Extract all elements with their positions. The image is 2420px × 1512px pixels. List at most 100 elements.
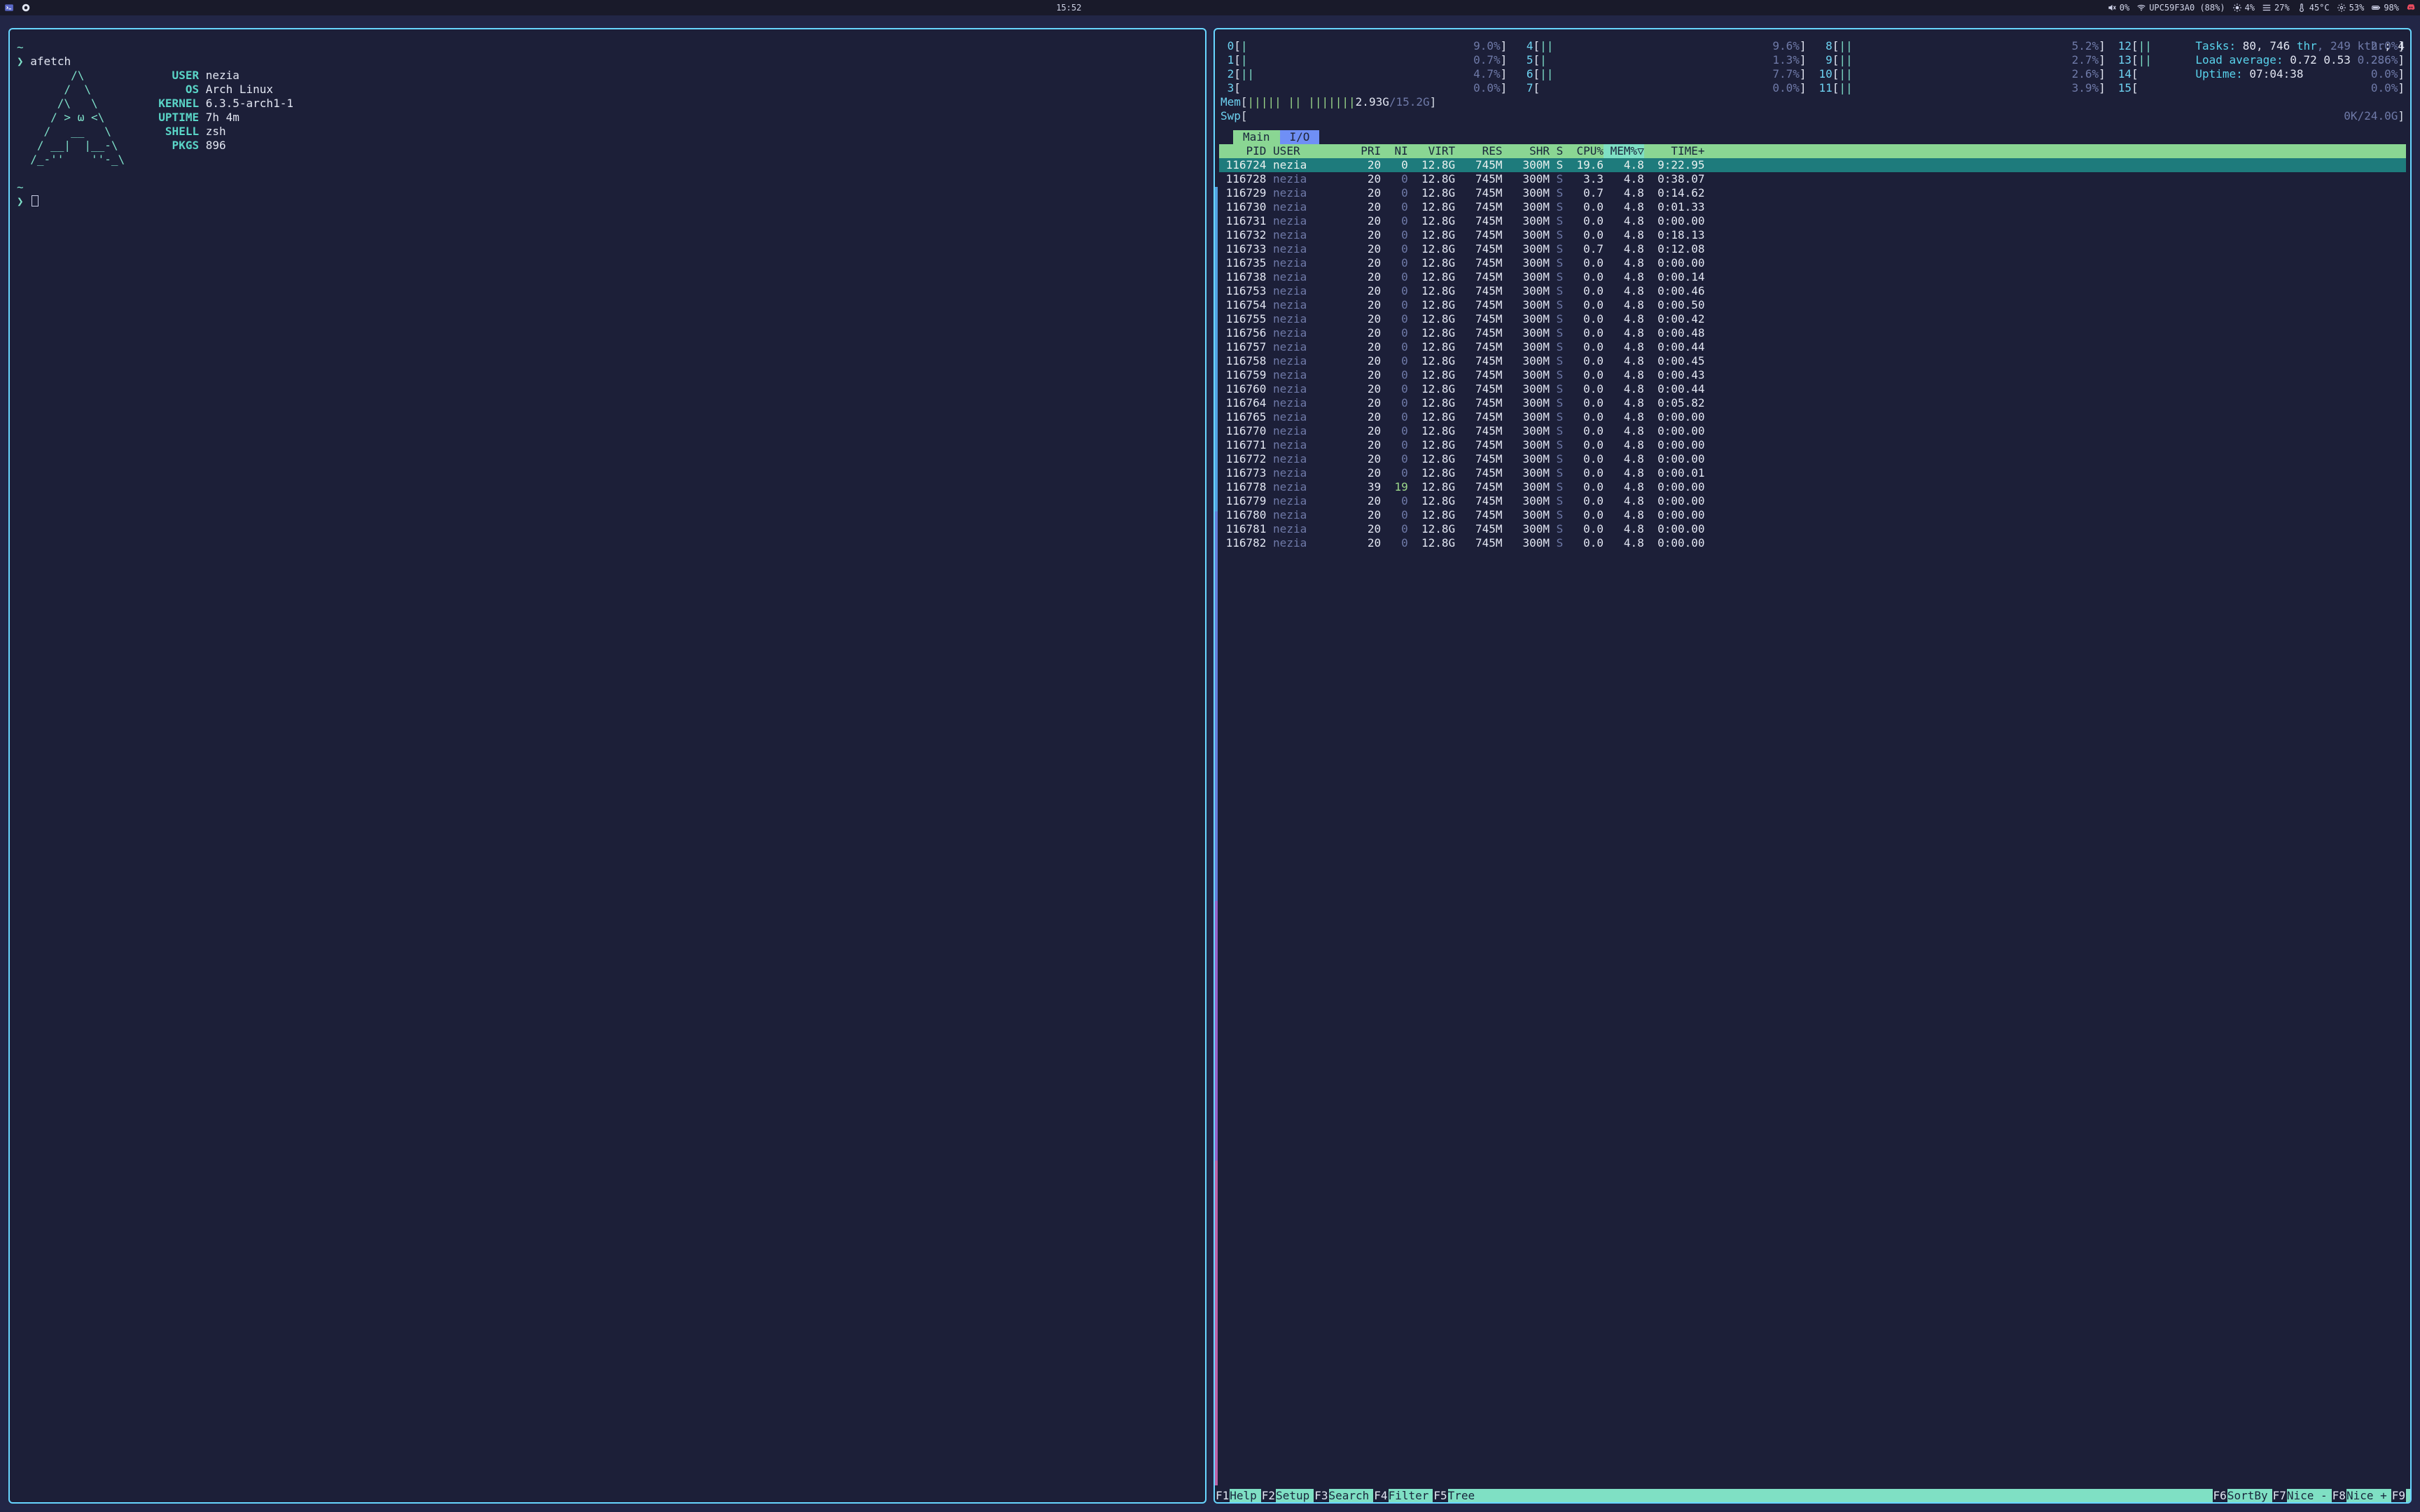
cpu-meter-4: 4[||9.6%] <box>1520 39 1806 53</box>
cpu-meter-0: 0[|9.0%] <box>1221 39 1507 53</box>
fkey-F8[interactable]: F8Nice + <box>2332 1489 2391 1502</box>
cpu-meter-3: 3[0.0%] <box>1221 81 1507 95</box>
process-row[interactable]: 116779nezia20012.8G745M300MS0.04.80:00.0… <box>1219 494 2406 508</box>
sun-icon <box>2232 3 2242 13</box>
fkey-F2[interactable]: F2Setup <box>1261 1489 1314 1502</box>
brightness-pct: 4% <box>2245 3 2255 13</box>
process-row[interactable]: 116735nezia20012.8G745M300MS0.04.80:00.0… <box>1219 256 2406 270</box>
fkey-F1[interactable]: F1Help <box>1215 1489 1261 1502</box>
cpu-meter-15: 15[0.0%] <box>2118 81 2405 95</box>
process-table-header[interactable]: PIDUSERPRINIVIRTRESSHRSCPU%MEM%▽TIME+ <box>1219 144 2406 158</box>
ascii-art-line: /_-'' ''-_\ <box>17 153 152 166</box>
process-table-body: 116724nezia20012.8G745M300MS19.64.89:22.… <box>1219 158 2406 550</box>
wifi-indicator[interactable]: UPC59F3A0 (88%) <box>2136 3 2225 13</box>
fkey-F3[interactable]: F3Search <box>1314 1489 1373 1502</box>
process-row[interactable]: 116724nezia20012.8G745M300MS19.64.89:22.… <box>1219 158 2406 172</box>
tab-io[interactable]: I/O <box>1280 130 1320 144</box>
process-row[interactable]: 116765nezia20012.8G745M300MS0.04.80:00.0… <box>1219 410 2406 424</box>
process-row[interactable]: 116780nezia20012.8G745M300MS0.04.80:00.0… <box>1219 508 2406 522</box>
fkey-F6[interactable]: F6SortBy <box>2213 1489 2272 1502</box>
process-row[interactable]: 116733nezia20012.8G745M300MS0.74.80:12.0… <box>1219 242 2406 256</box>
cwd-tilde: ~ <box>17 41 24 54</box>
fkey-F4[interactable]: F4Filter <box>1373 1489 1433 1502</box>
fkey-F5[interactable]: F5Tree <box>1433 1489 1479 1502</box>
process-row[interactable]: 116778nezia391912.8G745M300MS0.04.80:00.… <box>1219 480 2406 494</box>
volume-indicator[interactable]: 0% <box>2107 3 2129 13</box>
process-row[interactable]: 116773nezia20012.8G745M300MS0.04.80:00.0… <box>1219 466 2406 480</box>
terminal-right-pane[interactable]: 0[|9.0%]1[|0.7%]2[||4.7%]3[0.0%] 4[||9.6%… <box>1214 28 2412 1504</box>
ascii-art-line: / > ω <\ <box>17 111 152 124</box>
brightness-indicator[interactable]: 4% <box>2232 3 2255 13</box>
fkey-F7[interactable]: F7Nice - <box>2272 1489 2332 1502</box>
cpu-indicator[interactable]: 53% <box>2337 3 2365 13</box>
fetch-key: KERNEL <box>152 97 199 110</box>
fetch-value: nezia <box>206 69 239 82</box>
cpu-meter-1: 1[|0.7%] <box>1221 53 1507 67</box>
process-row[interactable]: 116782nezia20012.8G745M300MS0.04.80:00.0… <box>1219 536 2406 550</box>
fetch-key: OS <box>152 83 199 96</box>
process-row[interactable]: 116729nezia20012.8G745M300MS0.74.80:14.6… <box>1219 186 2406 200</box>
process-row[interactable]: 116738nezia20012.8G745M300MS0.04.80:00.1… <box>1219 270 2406 284</box>
process-row[interactable]: 116754nezia20012.8G745M300MS0.04.80:00.5… <box>1219 298 2406 312</box>
terminal-left-pane[interactable]: ~ ❯ afetch /\ USER nezia / \ OS Arch Lin… <box>8 28 1206 1504</box>
process-row[interactable]: 116728nezia20012.8G745M300MS3.34.80:38.0… <box>1219 172 2406 186</box>
temp-indicator[interactable]: 45°C <box>2297 3 2330 13</box>
fetch-value: Arch Linux <box>206 83 273 96</box>
process-row[interactable]: 116771nezia20012.8G745M300MS0.04.80:00.0… <box>1219 438 2406 452</box>
bars-icon <box>2262 3 2272 13</box>
battery-icon <box>2371 3 2381 13</box>
fetch-key: USER <box>152 69 199 82</box>
wifi-icon <box>2136 3 2146 13</box>
cpu-meter-7: 7[0.0%] <box>1520 81 1806 95</box>
battery-indicator[interactable]: 98% <box>2371 3 2399 13</box>
cursor[interactable] <box>32 195 39 207</box>
generic-indicator[interactable]: 27% <box>2262 3 2290 13</box>
process-row[interactable]: 116756nezia20012.8G745M300MS0.04.80:00.4… <box>1219 326 2406 340</box>
gear-icon <box>2337 3 2346 13</box>
fkey-F9[interactable]: F9 <box>2391 1489 2410 1502</box>
fetch-key: PKGS <box>152 139 199 152</box>
process-row[interactable]: 116730nezia20012.8G745M300MS0.04.80:01.3… <box>1219 200 2406 214</box>
process-row[interactable]: 116772nezia20012.8G745M300MS0.04.80:00.0… <box>1219 452 2406 466</box>
process-row[interactable]: 116731nezia20012.8G745M300MS0.04.80:00.0… <box>1219 214 2406 228</box>
process-row[interactable]: 116770nezia20012.8G745M300MS0.04.80:00.0… <box>1219 424 2406 438</box>
prompt-symbol: ❯ <box>17 55 24 68</box>
process-row[interactable]: 116759nezia20012.8G745M300MS0.04.80:00.4… <box>1219 368 2406 382</box>
discord-icon[interactable] <box>2406 3 2416 13</box>
cpu-meter-8: 8[||5.2%] <box>1819 39 2106 53</box>
process-row[interactable]: 116755nezia20012.8G745M300MS0.04.80:00.4… <box>1219 312 2406 326</box>
fetch-value: 6.3.5-arch1-1 <box>206 97 293 110</box>
process-row[interactable]: 116757nezia20012.8G745M300MS0.04.80:00.4… <box>1219 340 2406 354</box>
clock: 15:52 <box>31 3 2107 13</box>
browser-icon[interactable] <box>21 3 31 13</box>
ascii-art-line: / __ \ <box>17 125 152 138</box>
fetch-value: 896 <box>206 139 226 152</box>
gear-pct: 53% <box>2349 3 2365 13</box>
generic-pct: 27% <box>2274 3 2290 13</box>
cwd-tilde: ~ <box>17 181 24 194</box>
cpu-meter-6: 6[||7.7%] <box>1520 67 1806 81</box>
tab-main[interactable]: Main <box>1233 130 1280 144</box>
fetch-value: zsh <box>206 125 226 138</box>
htop-stats: Tasks: 80, 746 thr, 249 kthr; 4Load aver… <box>2195 39 2405 81</box>
fetch-key: SHELL <box>152 125 199 138</box>
terminal-icon[interactable] <box>4 3 14 13</box>
cpu-meter-9: 9[||2.7%] <box>1819 53 2106 67</box>
process-row[interactable]: 116732nezia20012.8G745M300MS0.04.80:18.1… <box>1219 228 2406 242</box>
cpu-meter-11: 11[||3.9%] <box>1819 81 2106 95</box>
fetch-value: 7h 4m <box>206 111 239 124</box>
ascii-art-line: /\ <box>17 69 152 82</box>
process-row[interactable]: 116764nezia20012.8G745M300MS0.04.80:05.8… <box>1219 396 2406 410</box>
process-row[interactable]: 116758nezia20012.8G745M300MS0.04.80:00.4… <box>1219 354 2406 368</box>
temp-value: 45°C <box>2309 3 2330 13</box>
command-text: afetch <box>30 55 71 68</box>
process-row[interactable]: 116781nezia20012.8G745M300MS0.04.80:00.0… <box>1219 522 2406 536</box>
cpu-meter-2: 2[||4.7%] <box>1221 67 1507 81</box>
htop-function-keys: F1HelpF2SetupF3SearchF4FilterF5Tree F6Sor… <box>1215 1489 2410 1502</box>
process-row[interactable]: 116753nezia20012.8G745M300MS0.04.80:00.4… <box>1219 284 2406 298</box>
swap-meter: Swp[0K/24.0G] <box>1219 109 2406 123</box>
fetch-key: UPTIME <box>152 111 199 124</box>
top-menu-bar: 15:52 0% UPC59F3A0 (88%) 4% 27% 45°C 53% <box>0 0 2420 15</box>
process-row[interactable]: 116760nezia20012.8G745M300MS0.04.80:00.4… <box>1219 382 2406 396</box>
volume-pct: 0% <box>2120 3 2129 13</box>
